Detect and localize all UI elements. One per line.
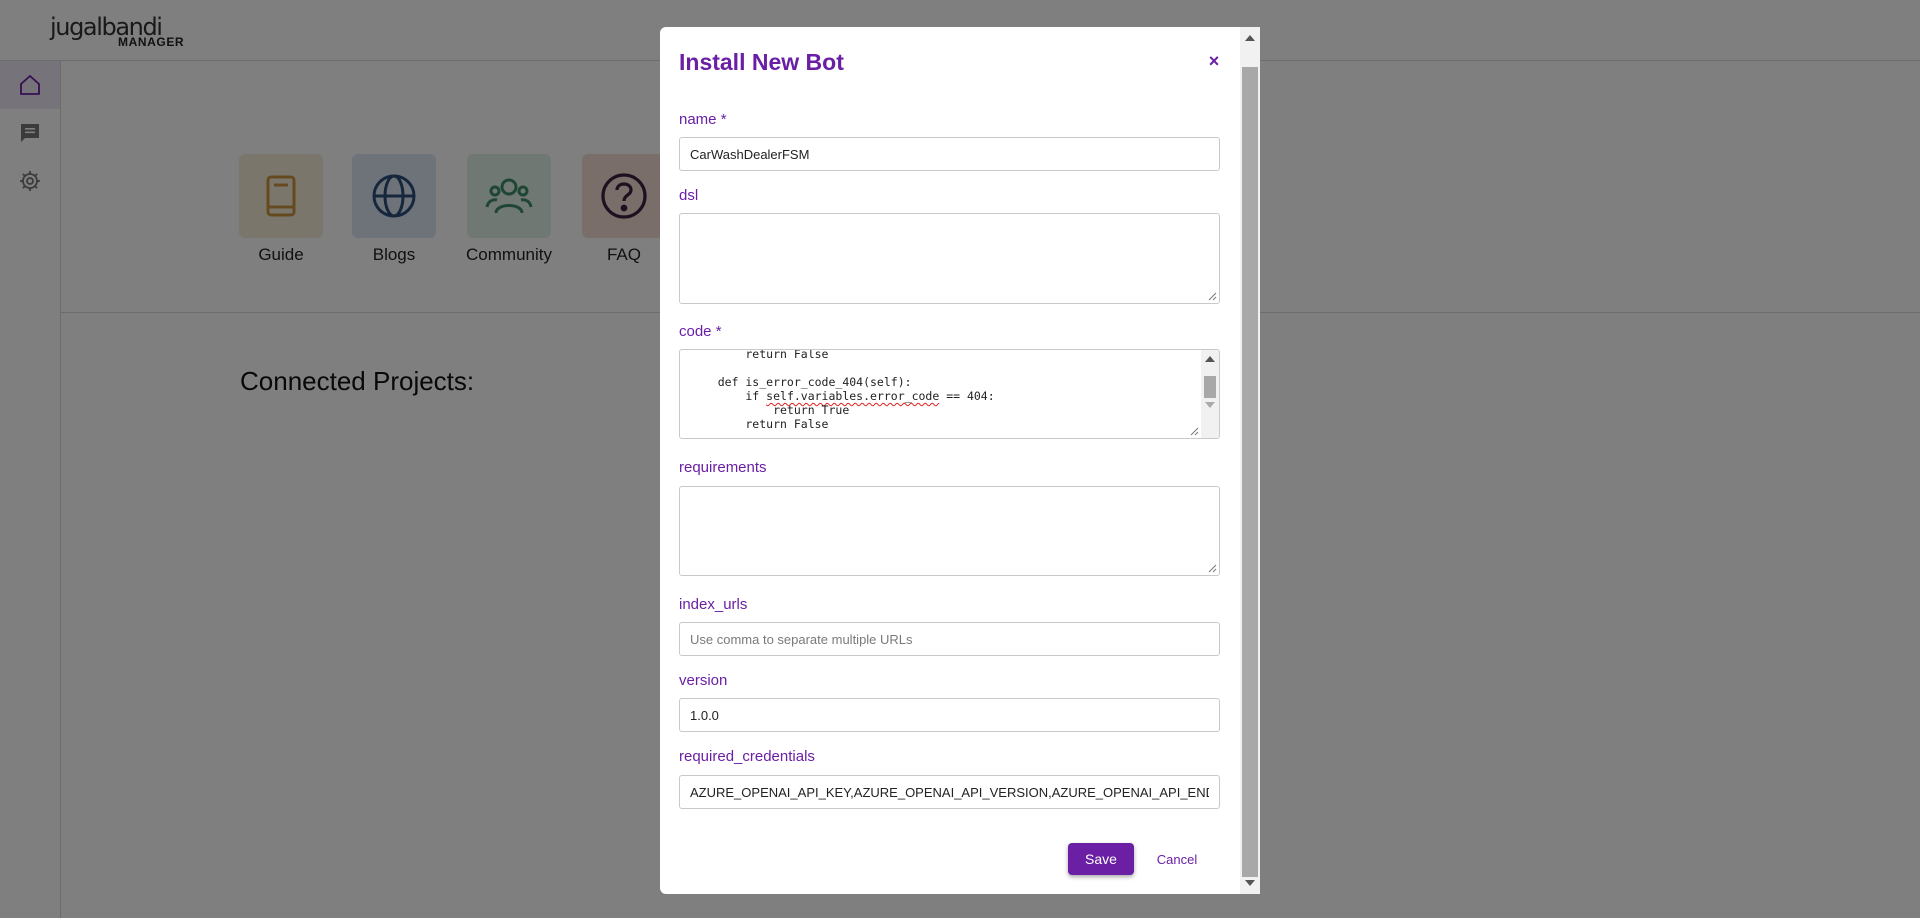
code-line: return True <box>690 403 850 417</box>
resize-grip-icon[interactable] <box>1207 563 1217 573</box>
code-label: code * <box>679 323 722 340</box>
requirements-label: requirements <box>679 459 767 476</box>
required-credentials-label: required_credentials <box>679 748 815 765</box>
scroll-thumb[interactable] <box>1204 376 1216 398</box>
code-line: def is_error_code_404(self): <box>690 375 912 389</box>
index-urls-label: index_urls <box>679 596 748 613</box>
required-credentials-input[interactable] <box>679 775 1220 809</box>
save-button[interactable]: Save <box>1068 843 1134 875</box>
resize-grip-icon[interactable] <box>1207 291 1217 301</box>
code-line: return False <box>690 349 829 361</box>
name-label: name * <box>679 111 727 128</box>
dsl-label: dsl <box>679 187 699 204</box>
version-input[interactable] <box>679 698 1220 732</box>
name-input[interactable] <box>679 137 1220 171</box>
code-line: return False <box>690 417 829 431</box>
index-urls-input[interactable] <box>679 622 1220 656</box>
code-content: return False def is_error_code_404(self)… <box>680 350 1200 438</box>
modal-content: Install New Bot × name * dsl code * retu… <box>660 27 1240 894</box>
resize-grip-icon[interactable] <box>1189 426 1199 436</box>
spellcheck-underline: self.variables.error_code <box>766 389 940 403</box>
dsl-textarea[interactable] <box>679 213 1220 304</box>
modal-title: Install New Bot <box>679 49 844 75</box>
code-scrollbar[interactable] <box>1201 350 1219 438</box>
modal-scrollbar[interactable] <box>1240 27 1260 894</box>
scroll-thumb[interactable] <box>1242 67 1258 877</box>
install-bot-modal: Install New Bot × name * dsl code * retu… <box>660 27 1260 894</box>
scroll-down-arrow-icon[interactable] <box>1245 880 1255 886</box>
cancel-button[interactable]: Cancel <box>1147 843 1207 875</box>
scroll-up-arrow-icon[interactable] <box>1245 35 1255 41</box>
code-textarea[interactable]: return False def is_error_code_404(self)… <box>679 349 1220 439</box>
code-line-spellcheck: if self.variables.error_code == 404: <box>690 389 995 403</box>
scroll-up-arrow-icon[interactable] <box>1205 356 1215 362</box>
requirements-textarea[interactable] <box>679 486 1220 576</box>
version-label: version <box>679 672 728 689</box>
scroll-down-arrow-icon[interactable] <box>1205 402 1215 408</box>
close-button[interactable]: × <box>1200 47 1228 75</box>
